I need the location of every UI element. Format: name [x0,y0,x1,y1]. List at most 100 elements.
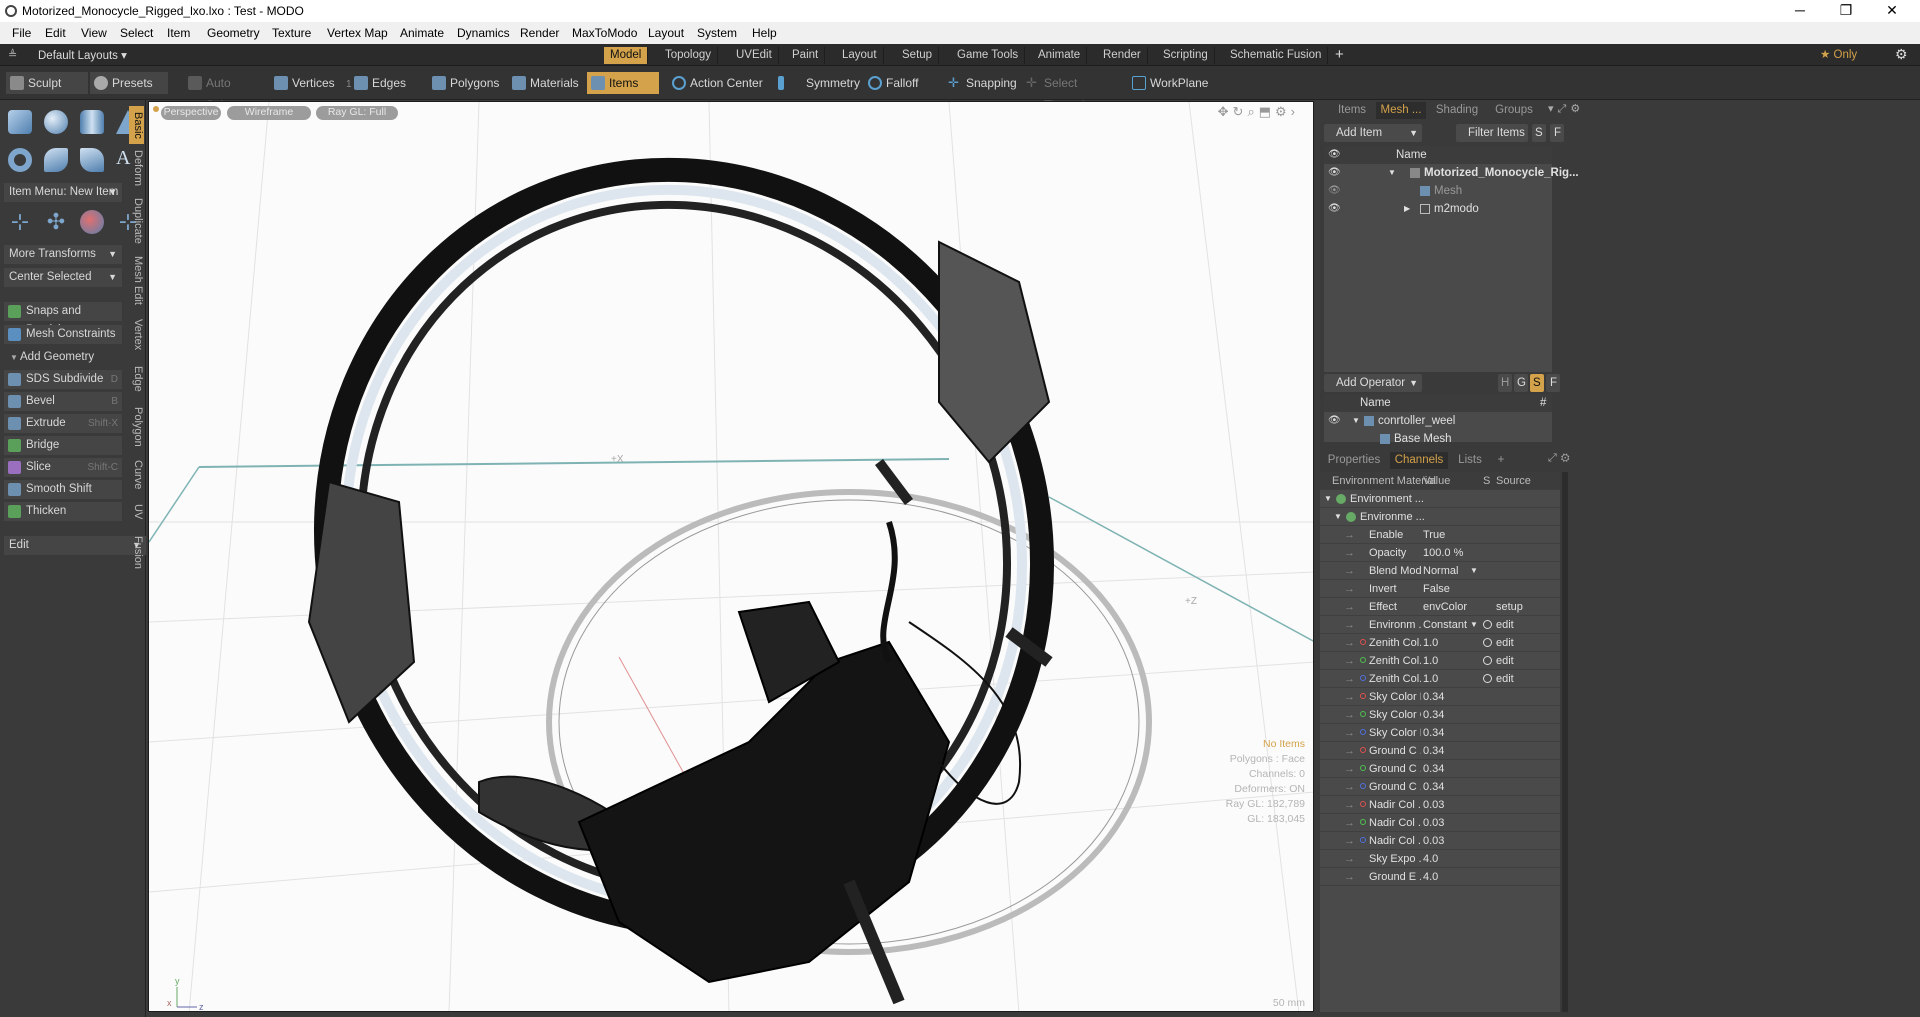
expand-arrow-icon[interactable]: ▶ [1404,200,1410,218]
visibility-eye-icon[interactable]: 👁 [1328,164,1341,182]
channel-value[interactable]: Normal [1423,562,1458,580]
tab-paint[interactable]: Paint [786,47,826,64]
channel-value[interactable]: False [1423,580,1450,598]
tab-groups[interactable]: Groups [1486,102,1542,119]
viewport-nav-icons[interactable]: ✥↻⌕⬒⚙› [1218,104,1299,120]
sidetab-mesh-edit[interactable]: Mesh Edit [129,254,144,306]
sidetab-vertex[interactable]: Vertex [129,316,144,354]
sidetab-deform[interactable]: Deform [129,148,144,188]
only-toggle[interactable]: ★ Only [1820,47,1870,64]
expand-arrow-icon[interactable]: ▼ [1324,490,1332,508]
tab-layout[interactable]: Layout [836,47,884,64]
items-s-toggle[interactable]: S [1532,124,1546,142]
channel-row[interactable]: → Sky Color G0.34 [1320,706,1560,724]
snaps-precision-button[interactable]: Snaps and Precision [4,302,122,336]
item-menu-dropdown[interactable]: Item Menu: New Item ▼ [4,183,122,202]
slice-button[interactable]: Slice Shift-C [4,458,122,477]
pen-tool-icon[interactable] [80,148,104,172]
sculpt-button[interactable]: Sculpt [6,72,88,94]
restore-button[interactable]: ❐ [1823,0,1869,22]
channel-value[interactable]: 0.34 [1423,742,1444,760]
view-raygl-pill[interactable]: Ray GL: Full [316,106,398,120]
sphere-icon[interactable] [44,110,68,134]
channel-row[interactable]: → Sky Color R0.34 [1320,688,1560,706]
keyframe-ring-icon[interactable] [1483,656,1492,665]
operator-row-controller[interactable]: 👁 ▼ conrtoller_weel [1324,412,1552,430]
operator-h-toggle[interactable]: H [1498,374,1512,392]
select-through-button[interactable]: ✛ Select Through [1022,72,1124,113]
visibility-eye-icon[interactable]: 👁 [1328,412,1341,430]
channel-value[interactable]: Constant [1423,616,1467,634]
menu-layout[interactable]: Layout [648,26,684,40]
sds-subdivide-button[interactable]: SDS Subdivide D [4,370,122,389]
operator-g-toggle[interactable]: G [1514,374,1528,392]
tab-render[interactable]: Render [1097,47,1148,64]
view-wireframe-pill[interactable]: Wireframe [227,106,311,120]
expand-arrow-icon[interactable]: ▼ [1388,164,1396,182]
sidetab-curve[interactable]: Curve [129,458,144,492]
cylinder-icon[interactable] [80,110,104,134]
channel-value[interactable]: 0.34 [1423,778,1444,796]
sidetab-edge[interactable]: Edge [129,364,144,394]
channel-row[interactable]: → Effect envColor setup [1320,598,1560,616]
tree-row-m2modo[interactable]: 👁 ▶ m2modo [1324,200,1552,218]
panel-options-icons[interactable]: ⤢⚙ [1548,452,1574,465]
mesh-constraints-button[interactable]: Mesh Constraints [4,325,122,344]
channel-row[interactable]: → Ground E ...4.0 [1320,868,1560,886]
default-layouts-dropdown[interactable]: Default Layouts ▾ [38,48,127,62]
tab-animate[interactable]: Animate [1032,47,1088,64]
channel-value[interactable]: 4.0 [1423,868,1438,886]
sidetab-duplicate[interactable]: Duplicate [129,196,144,246]
tab-items[interactable]: Items [1332,102,1372,119]
channel-value[interactable]: 0.34 [1423,688,1444,706]
channel-row[interactable]: → Zenith Col...1.0 edit [1320,670,1560,688]
channel-value[interactable]: 0.03 [1423,814,1444,832]
edges-button[interactable]: Edges 2 [350,72,426,112]
channel-row[interactable]: → Enable True [1320,526,1560,544]
expand-arrow-icon[interactable]: ▼ [1334,508,1342,526]
materials-button[interactable]: Materials [508,72,579,94]
panel-options-icons[interactable]: ▾⤢⚙ [1548,102,1584,116]
extrude-button[interactable]: Extrude Shift-X [4,414,122,433]
items-f-toggle[interactable]: F [1550,124,1564,142]
keyframe-ring-icon[interactable] [1483,638,1492,647]
operator-row-base-mesh[interactable]: Base Mesh [1324,430,1552,448]
workplane-button[interactable]: WorkPlane [1128,72,1212,94]
minimize-button[interactable]: ─ [1777,0,1823,22]
vertices-button[interactable]: Vertices 1 [270,72,352,94]
bridge-button[interactable]: Bridge [4,436,122,455]
snapping-button[interactable]: ✛ Snapping [944,72,1026,94]
menu-dynamics[interactable]: Dynamics [457,26,510,40]
tab-lists[interactable]: Lists [1450,452,1490,469]
menu-file[interactable]: File [12,26,31,40]
channel-row[interactable]: → Zenith Col...1.0 edit [1320,634,1560,652]
channel-value[interactable]: 1.0 [1423,634,1438,652]
layout-menu-icon[interactable]: ≜ [8,48,17,61]
tree-row-mesh[interactable]: 👁 Mesh [1324,182,1552,200]
items-button[interactable]: Items [587,72,659,94]
channel-value[interactable]: 0.34 [1423,706,1444,724]
channel-row[interactable]: → Invert False [1320,580,1560,598]
channel-value[interactable]: 0.03 [1423,832,1444,850]
torus-icon[interactable] [8,148,32,172]
visibility-eye-icon[interactable]: 👁 [1328,182,1341,200]
tab-uvedit[interactable]: UVEdit [730,47,779,64]
add-item-button[interactable]: Add Item ▼ [1324,124,1422,142]
menu-item[interactable]: Item [167,26,190,40]
symmetry-button[interactable]: Symmetry [774,72,860,94]
channel-row[interactable]: → Opacity 100.0 % [1320,544,1560,562]
cube-icon[interactable] [8,110,32,134]
menu-render[interactable]: Render [520,26,559,40]
channel-value[interactable]: 1.0 [1423,670,1438,688]
polygons-button[interactable]: Polygons [428,72,499,94]
thicken-button[interactable]: Thicken [4,502,122,521]
visibility-eye-icon[interactable]: 👁 [1328,200,1341,218]
center-selected-dropdown[interactable]: Center Selected ▼ [4,268,122,287]
keyframe-ring-icon[interactable] [1483,674,1492,683]
move-tool-icon[interactable]: ⊹ [8,210,32,234]
gear-icon[interactable]: ⚙ [1895,46,1908,63]
menu-maxtomodo[interactable]: MaxToModo [572,26,637,40]
menu-animate[interactable]: Animate [400,26,444,40]
menu-help[interactable]: Help [752,26,777,40]
keyframe-ring-icon[interactable] [1483,620,1492,629]
